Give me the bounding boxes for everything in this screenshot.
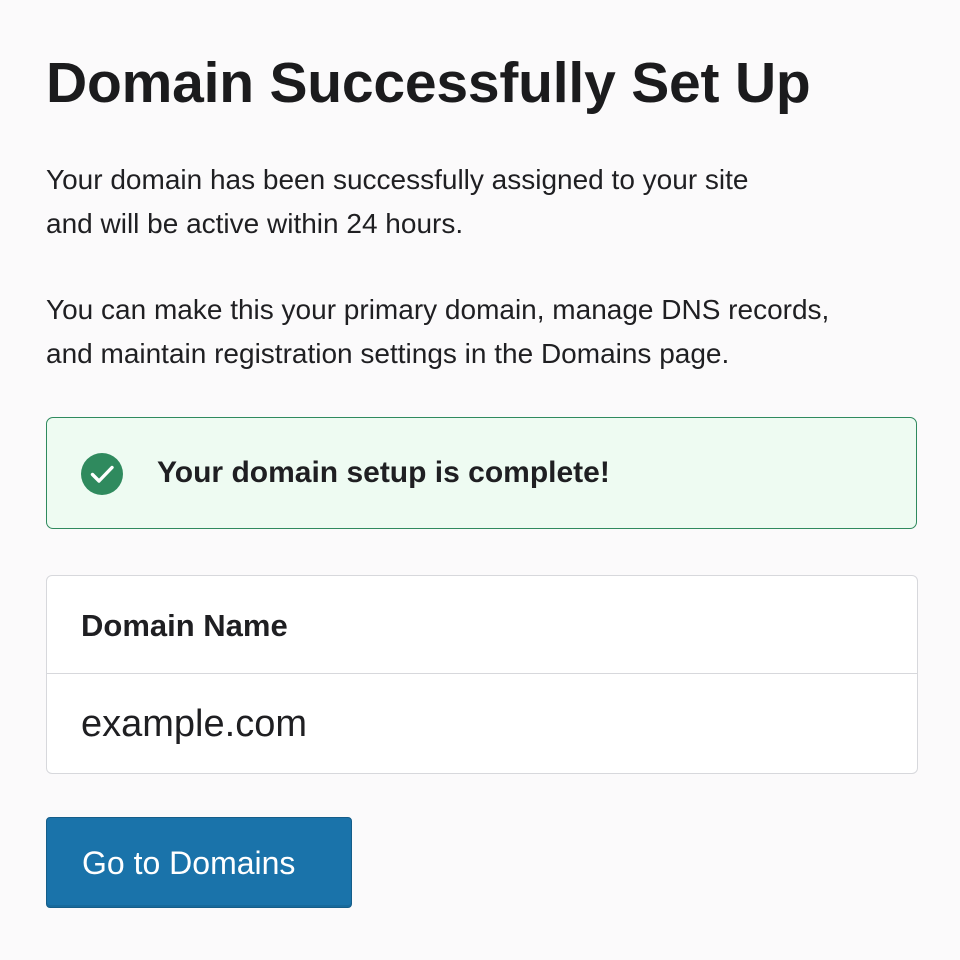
go-to-domains-button[interactable]: Go to Domains <box>46 817 352 908</box>
domain-name-cell: example.com <box>81 703 307 745</box>
page-title: Domain Successfully Set Up <box>46 51 811 115</box>
domain-management-description: You can make this your primary domain, m… <box>46 288 829 376</box>
setup-description-line: and will be active within 24 hours. <box>46 208 464 239</box>
table-header: Domain Name <box>47 576 917 674</box>
setup-description: Your domain has been successfully assign… <box>46 158 749 246</box>
table-row: example.com <box>47 674 917 773</box>
domain-management-description-line: You can make this your primary domain, m… <box>46 294 830 325</box>
domain-table: Domain Name example.com <box>46 575 918 774</box>
go-to-domains-button-label: Go to Domains <box>82 845 296 881</box>
success-message: Your domain setup is complete! <box>157 456 610 489</box>
success-banner: Your domain setup is complete! <box>46 417 917 529</box>
setup-description-line: Your domain has been successfully assign… <box>46 164 749 195</box>
check-circle-icon <box>81 453 123 495</box>
domain-name-column-header: Domain Name <box>81 608 288 643</box>
domain-management-description-line: and maintain registration settings in th… <box>46 338 730 369</box>
